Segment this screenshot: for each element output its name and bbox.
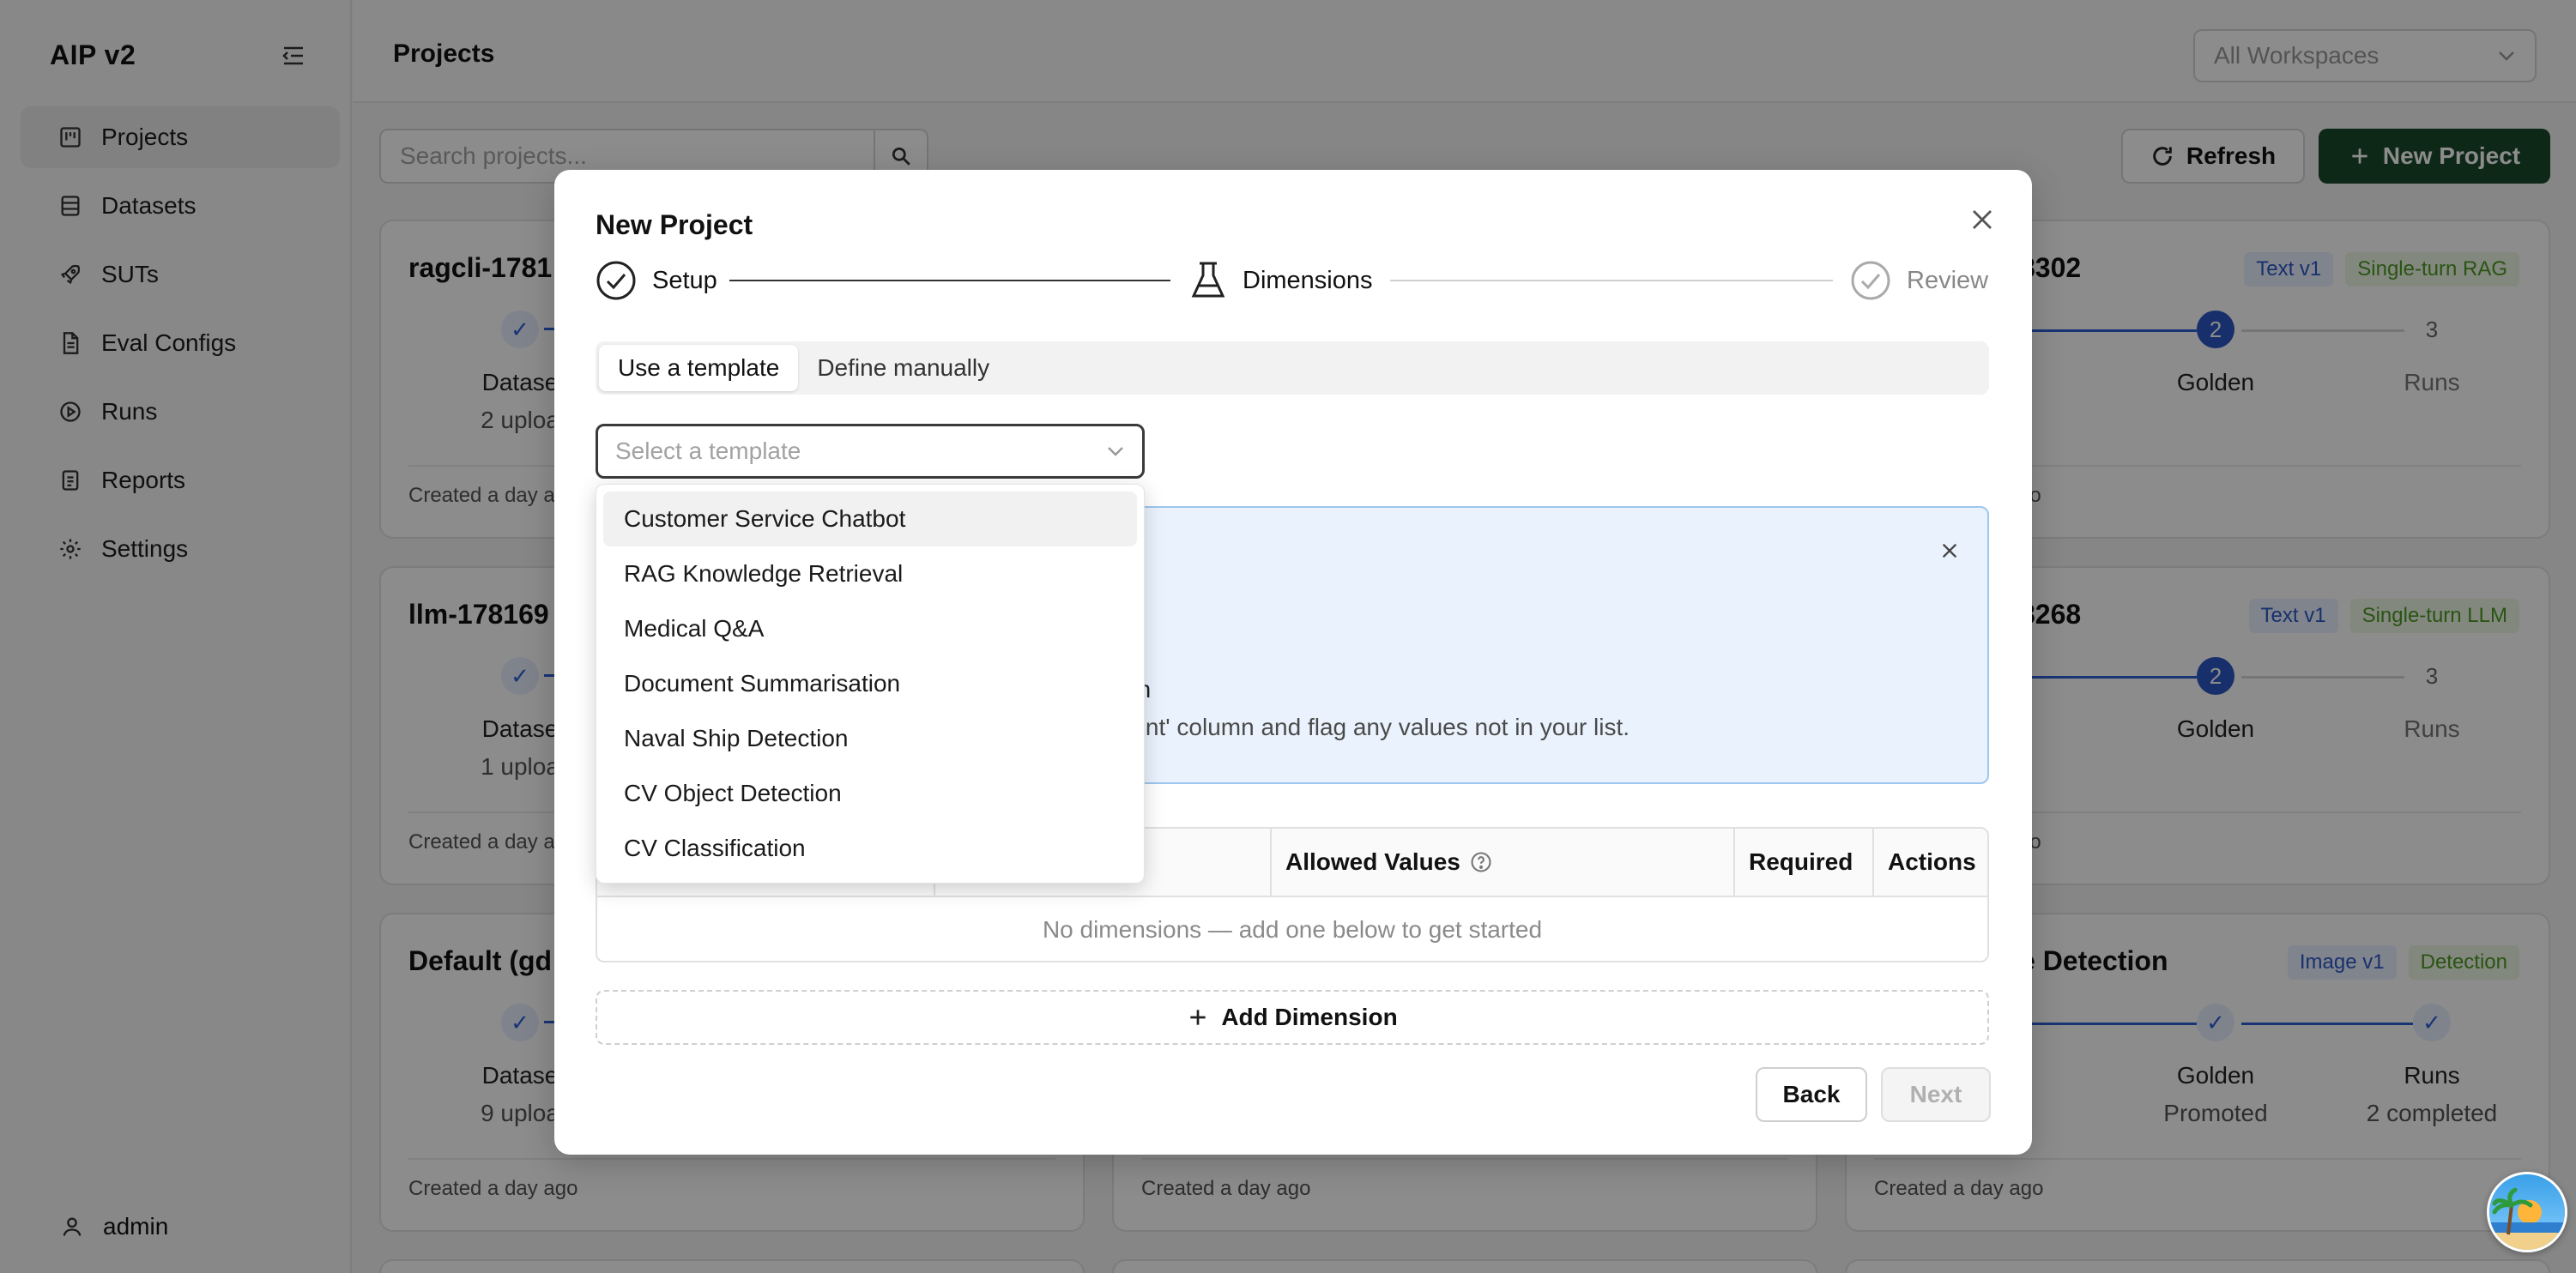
wizard-step-connector [729,280,1170,281]
chevron-down-icon [1108,447,1123,456]
dialog-close-button[interactable] [1963,201,2001,238]
add-dimension-label: Add Dimension [1221,1004,1398,1030]
plus-icon [1190,1010,1206,1025]
close-icon [1973,210,1992,229]
template-option-medical-qa[interactable]: Medical Q&A [603,601,1137,656]
template-option-customer-service-chatbot[interactable]: Customer Service Chatbot [603,492,1137,546]
info-close-button[interactable] [1936,537,1963,564]
add-dimension-button[interactable]: Add Dimension [596,990,1989,1045]
template-option-naval-ship-detection[interactable]: Naval Ship Detection [603,711,1137,766]
template-option-cv-classification[interactable]: CV Classification [603,821,1137,876]
tab-define-manually[interactable]: Define manually [798,345,1008,391]
next-button[interactable]: Next [1881,1067,1991,1122]
info-description: ntent' column and flag any values not in… [1112,714,1630,740]
close-icon [1942,543,1957,558]
template-option-rag-knowledge-retrieval[interactable]: RAG Knowledge Retrieval [603,546,1137,601]
table-header-actions: Actions [1874,829,1987,896]
table-header-required: Required [1735,829,1874,896]
avatar[interactable] [2487,1172,2567,1252]
wizard-stepper: Setup Dimensions Review [596,259,1989,302]
template-select[interactable]: Select a template [596,424,1145,479]
check-circle-icon [1851,261,1890,300]
template-option-cv-object-detection[interactable]: CV Object Detection [603,766,1137,821]
wizard-step-connector [1390,280,1833,281]
mode-tabs: Use a template Define manually [596,341,1989,395]
wizard-step-review: Review [1850,259,1988,302]
check-circle-icon [596,261,636,300]
tab-use-template[interactable]: Use a template [599,345,799,391]
template-option-document-summarisation[interactable]: Document Summarisation [603,656,1137,711]
table-header-label: Allowed Values [1285,848,1460,875]
wizard-step-label: Review [1907,266,1989,294]
table-empty-message: No dimensions — add one below to get sta… [1042,916,1543,943]
wizard-step-setup: Setup [596,259,717,302]
wizard-step-label: Setup [652,266,717,294]
dialog-title: New Project [596,209,753,240]
template-select-placeholder: Select a template [615,437,801,464]
wizard-step-label: Dimensions [1243,266,1373,294]
template-dropdown-menu: Customer Service Chatbot RAG Knowledge R… [596,484,1145,884]
flask-icon [1191,262,1225,298]
back-button[interactable]: Back [1756,1067,1867,1122]
table-header-allowed-values: Allowed Values [1272,829,1735,896]
help-circle-icon[interactable] [1469,850,1493,874]
wizard-step-dimensions: Dimensions [1189,259,1373,302]
